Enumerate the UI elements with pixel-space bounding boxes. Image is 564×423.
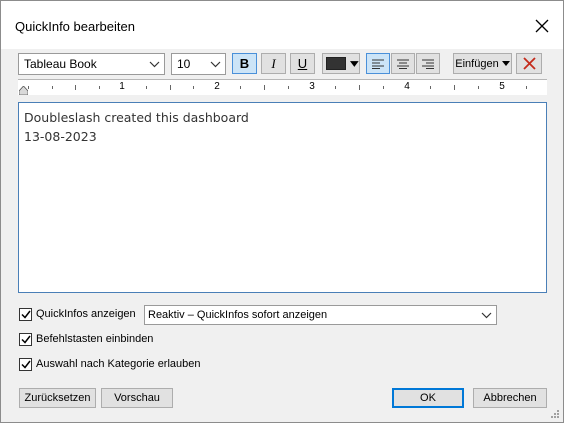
font-family-value: Tableau Book <box>24 57 97 71</box>
title-bar: QuickInfo bearbeiten <box>1 1 563 49</box>
italic-button[interactable]: I <box>261 53 286 74</box>
resize-grip-icon[interactable] <box>550 409 560 419</box>
checkmark-icon <box>20 360 31 369</box>
include-commands-checkbox[interactable] <box>19 332 32 346</box>
chevron-down-icon <box>481 312 492 319</box>
ruler-mark: 5 <box>499 81 505 92</box>
font-size-value: 10 <box>177 57 191 71</box>
chevron-down-icon <box>149 61 160 68</box>
include-commands-label: Befehlstasten einbinden <box>36 333 154 345</box>
align-center-icon <box>397 59 409 69</box>
close-button[interactable] <box>527 13 557 39</box>
caret-down-icon <box>501 61 510 66</box>
ruler-mark: 2 <box>214 81 220 92</box>
ruler-mark: 3 <box>309 81 315 92</box>
checkmark-icon <box>20 310 31 319</box>
dialog-title: QuickInfo bearbeiten <box>15 19 135 34</box>
bold-button[interactable]: B <box>232 53 257 74</box>
clear-button[interactable] <box>516 53 542 74</box>
include-commands-option: Befehlstasten einbinden <box>19 331 153 347</box>
indent-marker-icon[interactable] <box>19 86 28 95</box>
show-tooltips-label: QuickInfos anzeigen <box>36 308 136 320</box>
editor-line: Doubleslash created this dashboard <box>24 110 249 125</box>
align-center-button[interactable] <box>391 53 415 74</box>
show-tooltips-checkbox[interactable] <box>19 307 32 321</box>
close-icon <box>535 19 549 33</box>
cancel-button[interactable]: Abbrechen <box>473 388 547 408</box>
edit-tooltip-dialog: QuickInfo bearbeiten Tableau Book 10 B I… <box>0 0 564 423</box>
allow-category-label: Auswahl nach Kategorie erlauben <box>36 358 201 370</box>
allow-category-checkbox[interactable] <box>19 357 32 371</box>
ruler[interactable]: 1 2 3 4 5 <box>18 79 547 95</box>
show-tooltips-option: QuickInfos anzeigen <box>19 306 136 322</box>
ruler-mark: 1 <box>119 81 125 92</box>
align-right-button[interactable] <box>416 53 440 74</box>
align-left-button[interactable] <box>366 53 390 74</box>
underline-button[interactable]: U <box>290 53 315 74</box>
tooltip-mode-value: Reaktiv – QuickInfos sofort anzeigen <box>148 309 328 321</box>
editor-line: 13-08-2023 <box>24 129 97 144</box>
color-swatch <box>326 57 347 70</box>
font-size-dropdown[interactable]: 10 <box>171 53 226 75</box>
ok-button[interactable]: OK <box>392 388 464 408</box>
tooltip-mode-dropdown[interactable]: Reaktiv – QuickInfos sofort anzeigen <box>144 305 497 325</box>
font-family-dropdown[interactable]: Tableau Book <box>18 53 165 75</box>
checkmark-icon <box>20 335 31 344</box>
delete-x-icon <box>522 57 536 70</box>
caret-down-icon <box>350 60 359 67</box>
align-right-icon <box>422 59 434 69</box>
preview-button[interactable]: Vorschau <box>101 388 173 408</box>
align-left-icon <box>372 59 384 69</box>
insert-button[interactable]: Einfügen <box>453 53 512 74</box>
ruler-mark: 4 <box>404 81 410 92</box>
insert-label: Einfügen <box>455 57 499 70</box>
text-color-button[interactable] <box>322 53 360 74</box>
chevron-down-icon <box>210 61 221 68</box>
reset-button[interactable]: Zurücksetzen <box>19 388 96 408</box>
allow-category-option: Auswahl nach Kategorie erlauben <box>19 356 201 372</box>
tooltip-text-editor[interactable]: Doubleslash created this dashboard 13-08… <box>18 102 547 293</box>
